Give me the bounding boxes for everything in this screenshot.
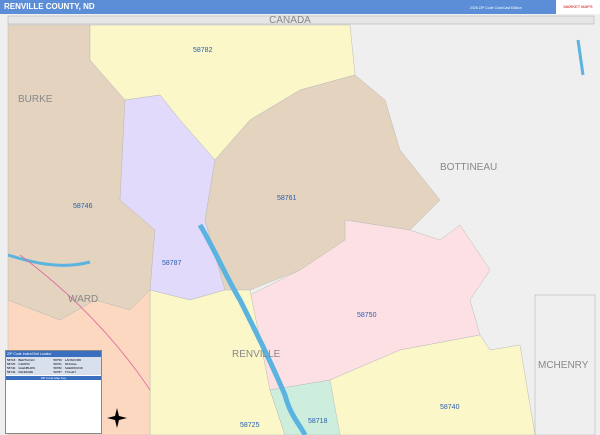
zip-label: 58750	[357, 312, 377, 319]
zip-label: 58725	[240, 422, 260, 429]
zip-label: 58782	[193, 47, 213, 54]
map-key-title: ZIP Code Map Key	[6, 376, 101, 380]
county-label-ward: WARD	[68, 294, 98, 305]
zip-label: 58787	[162, 260, 182, 267]
zip-label: 58761	[277, 195, 297, 202]
zip-label: 58746	[73, 203, 93, 210]
county-label-bottineau: BOTTINEAU	[440, 162, 497, 173]
zip-label: 58740	[440, 404, 460, 411]
zip-index-cell: TOLLEY	[64, 370, 77, 374]
zip-index-row: 58787 TOLLEY	[54, 370, 101, 374]
zip-index-table: 58718 BERTHOLD 58750 LANSFORD 58725 CARPIO …	[6, 357, 101, 375]
header-bar: RENVILLE COUNTY, ND 2026 ZIP Code ColorC…	[0, 0, 600, 14]
country-label: CANADA	[269, 15, 311, 26]
zip-index-cell: 58746	[7, 370, 16, 374]
county-label-mchenry: MCHENRY	[538, 360, 589, 371]
zip-index-cell: KENMARE	[18, 370, 34, 374]
county-label-burke: BURKE	[18, 94, 53, 105]
county-label-renville: RENVILLE	[232, 349, 281, 360]
edition-label: 2026 ZIP Code ColorCast Edition	[470, 6, 522, 10]
zip-label: 58718	[308, 418, 328, 425]
zip-index-row: 58746 KENMARE	[7, 370, 54, 374]
map-title: RENVILLE COUNTY, ND	[4, 2, 95, 11]
legend: ZIP Code Index/Grid Locator 58718 BERTHOL…	[5, 350, 102, 434]
publisher-logo: MARKET MAPS	[556, 0, 600, 14]
zip-index-cell: 58787	[53, 370, 62, 374]
